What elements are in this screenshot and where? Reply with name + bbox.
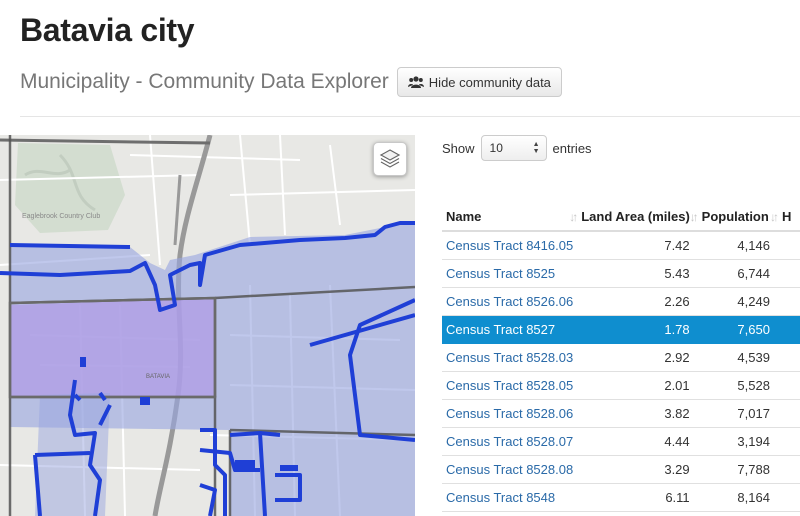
tract-name-cell: Census Tract 8527 bbox=[442, 315, 578, 344]
tract-link[interactable]: Census Tract 8527 bbox=[446, 322, 555, 337]
tract-name-cell: Census Tract 8416.05 bbox=[442, 231, 578, 260]
population-cell: 4,249 bbox=[697, 287, 778, 316]
entries-select-value: 10 bbox=[489, 141, 503, 155]
table-row[interactable]: Census Tract 8528.05 2.01 5,528 bbox=[442, 371, 800, 400]
table-row[interactable]: Census Tract 8528.07 4.44 3,194 bbox=[442, 427, 800, 456]
land-area-cell: 5.43 bbox=[577, 259, 698, 288]
entries-select[interactable]: 10 ▲ ▼ bbox=[480, 135, 547, 161]
sort-icon: ↓↑ bbox=[769, 210, 778, 224]
layers-icon bbox=[379, 149, 401, 168]
population-cell: 4,539 bbox=[697, 343, 778, 372]
show-label: Show bbox=[442, 140, 475, 156]
column-header-h[interactable]: H bbox=[777, 203, 800, 232]
extra-cell bbox=[777, 231, 800, 260]
land-area-cell: 4.44 bbox=[577, 427, 698, 456]
table-row[interactable]: Census Tract 8548 6.11 8,164 bbox=[442, 483, 800, 512]
tract-name-cell: Census Tract 8528.08 bbox=[442, 455, 578, 484]
column-header-population[interactable]: Population ↓↑ bbox=[697, 203, 778, 232]
tract-name-cell: Census Tract 8525 bbox=[442, 259, 578, 288]
extra-cell bbox=[777, 287, 800, 316]
extra-cell bbox=[777, 399, 800, 428]
sort-icon: ↓↑ bbox=[689, 210, 698, 224]
tract-link[interactable]: Census Tract 8528.03 bbox=[446, 350, 573, 365]
tract-name-cell: Census Tract 8548 bbox=[442, 483, 578, 512]
tract-link[interactable]: Census Tract 8526.06 bbox=[446, 294, 573, 309]
tract-link[interactable]: Census Tract 8548 bbox=[446, 490, 555, 505]
entries-label: entries bbox=[552, 140, 592, 156]
table-row[interactable]: Census Tract 8528.08 3.29 7,788 bbox=[442, 455, 800, 484]
entries-control: Show 10 ▲ ▼ entries bbox=[442, 134, 592, 162]
tract-link[interactable]: Census Tract 8528.08 bbox=[446, 462, 573, 477]
extra-cell bbox=[777, 315, 800, 344]
map-canvas[interactable]: Eaglebrook Country Club BATAVIA bbox=[0, 135, 415, 516]
population-cell: 4,146 bbox=[697, 231, 778, 260]
land-area-cell: 7.42 bbox=[577, 231, 698, 260]
table-row[interactable]: Census Tract 8526.06 2.26 4,249 bbox=[442, 287, 800, 316]
subtitle-row: Municipality - Community Data Explorer H… bbox=[20, 66, 562, 98]
table-row[interactable]: Census Tract 8528.03 2.92 4,539 bbox=[442, 343, 800, 372]
tract-name-cell: Census Tract 8528.06 bbox=[442, 399, 578, 428]
table-row[interactable]: Census Tract 8528.06 3.82 7,017 bbox=[442, 399, 800, 428]
land-area-cell: 6.11 bbox=[577, 483, 698, 512]
users-icon bbox=[407, 76, 424, 88]
population-cell: 3,194 bbox=[697, 427, 778, 456]
extra-cell bbox=[777, 455, 800, 484]
land-area-cell: 1.78 bbox=[577, 315, 698, 344]
table-header-row: Name ↓↑ Land Area (miles) ↓↑ Population ↓↑ … bbox=[442, 203, 800, 232]
column-header-name[interactable]: Name ↓↑ bbox=[442, 203, 578, 232]
select-arrows-icon: ▲ ▼ bbox=[532, 141, 540, 155]
extra-cell bbox=[777, 371, 800, 400]
tract-name-cell: Census Tract 8526.06 bbox=[442, 287, 578, 316]
hide-community-data-button[interactable]: Hide community data bbox=[396, 67, 562, 97]
map-label-golf-club: Eaglebrook Country Club bbox=[22, 213, 100, 220]
table-row[interactable]: Census Tract 8527 1.78 7,650 bbox=[442, 315, 800, 344]
tract-name-cell: Census Tract 8528.03 bbox=[442, 343, 578, 372]
tract-link[interactable]: Census Tract 8528.07 bbox=[446, 434, 573, 449]
community-data-table: Name ↓↑ Land Area (miles) ↓↑ Population ↓↑ … bbox=[442, 203, 800, 512]
map-layers-button[interactable] bbox=[373, 142, 407, 176]
extra-cell bbox=[777, 343, 800, 372]
population-cell: 7,017 bbox=[697, 399, 778, 428]
land-area-cell: 3.29 bbox=[577, 455, 698, 484]
column-header-land-area[interactable]: Land Area (miles) ↓↑ bbox=[577, 203, 698, 232]
land-area-cell: 2.01 bbox=[577, 371, 698, 400]
land-area-cell: 3.82 bbox=[577, 399, 698, 428]
tract-link[interactable]: Census Tract 8528.06 bbox=[446, 406, 573, 421]
population-cell: 7,650 bbox=[697, 315, 778, 344]
land-area-cell: 2.92 bbox=[577, 343, 698, 372]
tract-link[interactable]: Census Tract 8416.05 bbox=[446, 238, 573, 253]
tract-link[interactable]: Census Tract 8528.05 bbox=[446, 378, 573, 393]
page-subtitle: Municipality - Community Data Explorer bbox=[20, 70, 389, 93]
page-title: Batavia city bbox=[20, 12, 195, 48]
tract-link[interactable]: Census Tract 8525 bbox=[446, 266, 555, 281]
population-cell: 5,528 bbox=[697, 371, 778, 400]
population-cell: 7,788 bbox=[697, 455, 778, 484]
population-cell: 6,744 bbox=[697, 259, 778, 288]
header-divider bbox=[20, 116, 800, 117]
extra-cell bbox=[777, 483, 800, 512]
map-svg: Eaglebrook Country Club BATAVIA bbox=[0, 135, 415, 516]
land-area-cell: 2.26 bbox=[577, 287, 698, 316]
hide-community-data-label: Hide community data bbox=[428, 74, 551, 90]
population-cell: 8,164 bbox=[697, 483, 778, 512]
tract-name-cell: Census Tract 8528.07 bbox=[442, 427, 578, 456]
extra-cell bbox=[777, 259, 800, 288]
extra-cell bbox=[777, 427, 800, 456]
table-row[interactable]: Census Tract 8525 5.43 6,744 bbox=[442, 259, 800, 288]
selected-tract-area bbox=[10, 298, 215, 397]
sort-icon: ↓↑ bbox=[569, 210, 577, 224]
table-row[interactable]: Census Tract 8416.05 7.42 4,146 bbox=[442, 231, 800, 260]
map-label-city: BATAVIA bbox=[146, 374, 170, 380]
tract-name-cell: Census Tract 8528.05 bbox=[442, 371, 578, 400]
